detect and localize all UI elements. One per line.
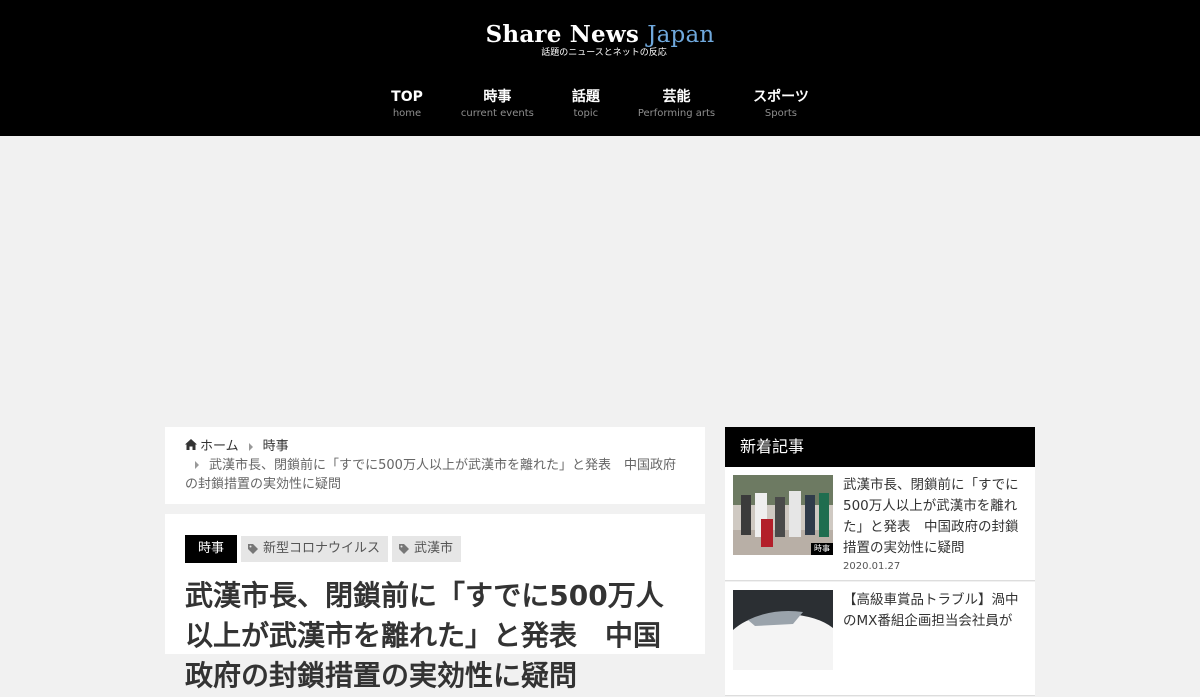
nav-item-performing-arts[interactable]: 芸能 Performing arts [638,88,715,122]
site-logo[interactable]: Share News Japan 話題のニュースとネットの反応 [0,20,1200,58]
nav-label: TOP [391,89,423,105]
nav-sublabel: current events [460,108,534,119]
car-photo-image [733,590,833,670]
breadcrumb-current: 武漢市長、閉鎖前に「すでに500万人以上が武漢市を離れた」と発表 中国政府の封鎖… [185,458,676,492]
caret-right-icon [248,442,253,451]
nav-label: 芸能 [662,89,691,105]
nav-label: 話題 [571,89,600,105]
tag-link[interactable]: 新型コロナウイルス [241,536,389,562]
nav-label: スポーツ [753,89,809,105]
article-thumbnail [733,590,833,670]
breadcrumb: ホーム 時事 武漢市長、閉鎖前に「すでに500万人以上が武漢市を離れた」と発表 中… [165,427,705,504]
tag-label: 新型コロナウイルス [263,541,381,556]
sidebar-heading: 新着記事 [725,427,1035,467]
article-tags: 時事 新型コロナウイルス 武漢市 [185,535,685,563]
nav-sublabel: Performing arts [637,108,716,119]
home-icon [185,439,197,450]
nav-label: 時事 [483,89,512,105]
list-item[interactable]: 時事 武漢市長、閉鎖前に「すでに500万人以上が武漢市を離れた」と発表 中国政府… [725,467,1035,581]
nav-sublabel: home [392,108,422,119]
nav-item-top[interactable]: TOP home [391,88,423,122]
tag-icon [399,544,410,554]
article-card: 時事 新型コロナウイルス 武漢市 武漢市長、閉鎖前に「すでに500万人以上が武漢… [165,514,705,692]
recent-posts-list: 時事 武漢市長、閉鎖前に「すでに500万人以上が武漢市を離れた」と発表 中国政府… [725,467,1035,697]
category-label[interactable]: 時事 [185,535,238,563]
list-item[interactable]: 【高級車賞品トラブル】渦中のMX番組企画担当会社員が [725,582,1035,696]
article-title: 武漢市長、閉鎖前に「すでに500万人以上が武漢市を離れた」と発表 中国政府の封鎖… [185,579,664,692]
site-header: Share News Japan 話題のニュースとネットの反応 TOP home… [0,0,1200,136]
list-item-title: 【高級車賞品トラブル】渦中のMX番組企画担当会社員が [843,592,1019,629]
list-item-title: 武漢市長、閉鎖前に「すでに500万人以上が武漢市を離れた」と発表 中国政府の封鎖… [843,477,1019,556]
thumbnail-category-badge: 時事 [811,543,833,555]
tag-icon [248,544,259,554]
nav-item-sports[interactable]: スポーツ Sports [753,88,809,122]
nav-item-topic[interactable]: 話題 topic [572,88,600,122]
logo-accent-text: Japan [647,22,715,48]
nav-item-current-events[interactable]: 時事 current events [461,88,534,122]
tag-link[interactable]: 武漢市 [392,536,462,562]
nav-sublabel: topic [573,108,599,119]
logo-tagline: 話題のニュースとネットの反応 [541,48,667,58]
logo-main-text: Share News [485,21,639,48]
tag-label: 武漢市 [414,541,454,556]
caret-right-icon [195,461,199,469]
list-item-date: 2020.01.27 [843,561,901,572]
global-nav: TOP home 時事 current events 話題 topic 芸能 P… [0,88,1200,122]
nav-sublabel: Sports [764,108,797,119]
breadcrumb-category-link[interactable]: 時事 [263,439,289,454]
article-thumbnail: 時事 [733,475,833,555]
breadcrumb-home-link[interactable]: ホーム [200,439,239,454]
